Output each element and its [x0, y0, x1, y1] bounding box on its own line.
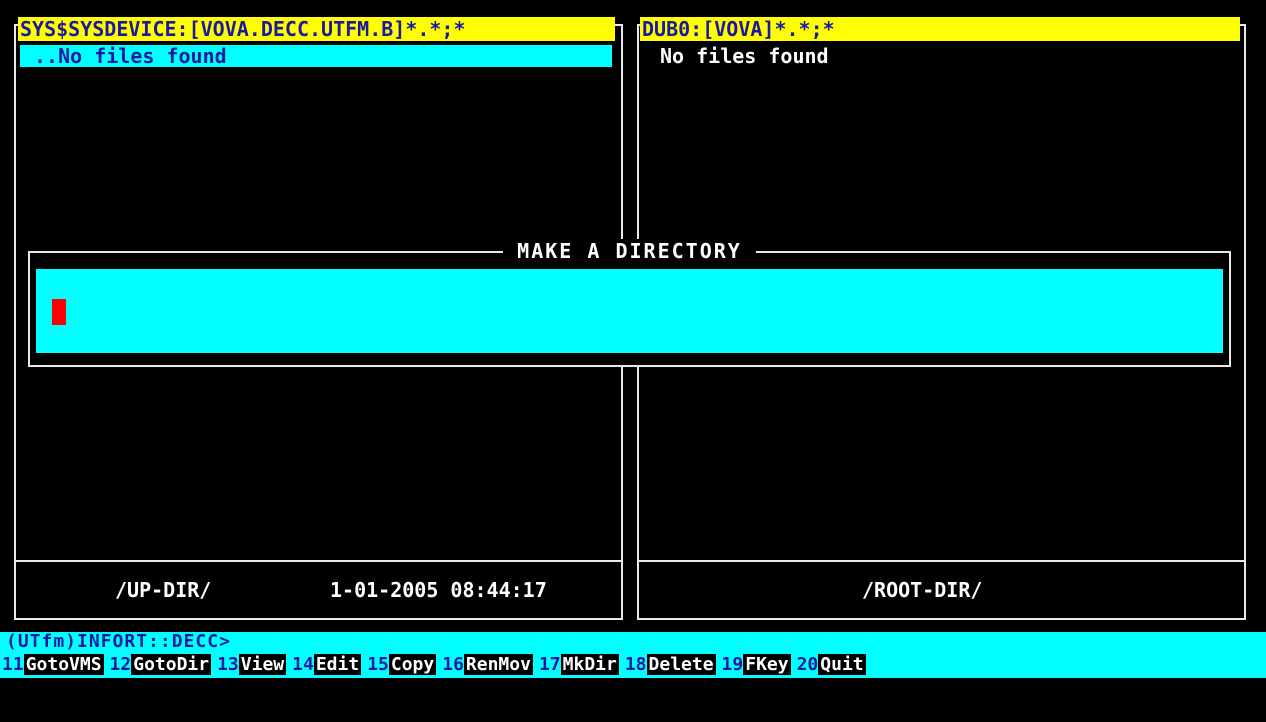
fkey-copy-button[interactable]: 15 Copy — [361, 652, 437, 678]
directory-name-input[interactable] — [36, 269, 1223, 353]
text-cursor — [52, 299, 66, 325]
fkey-view-button[interactable]: 13 View — [211, 652, 287, 678]
fkey-number: 12 — [103, 654, 132, 675]
dialog-title: MAKE A DIRECTORY — [503, 239, 756, 263]
fkey-number: 19 — [715, 654, 744, 675]
fkey-renmov-button[interactable]: 16 RenMov — [436, 652, 533, 678]
command-prompt[interactable]: (UTfm)INFORT::DECC> — [0, 632, 1266, 652]
fkey-number: 16 — [436, 654, 464, 675]
fkey-label: RenMov — [463, 654, 533, 675]
left-panel-path[interactable]: SYS$SYSDEVICE:[VOVA.DECC.UTFM.B]*.*;* — [18, 17, 615, 41]
fkey-label: Copy — [388, 654, 437, 675]
fkey-label: GotoVMS — [23, 654, 104, 675]
fkey-label: View — [238, 654, 287, 675]
fkey-number: 18 — [618, 654, 647, 675]
fkey-label: MkDir — [560, 654, 619, 675]
fkey-number: 13 — [211, 654, 239, 675]
fkey-label: Quit — [818, 654, 866, 675]
function-key-bar: 11 GotoVMS 12 GotoDir 13 View 14 Edit 15 Copy 16 Re… — [0, 652, 1266, 678]
right-panel-path[interactable]: DUB0:[VOVA]*.*;* — [640, 17, 1240, 41]
fkey-number: 17 — [532, 654, 561, 675]
right-footer-rootdir[interactable]: /ROOT-DIR/ — [862, 578, 982, 602]
fkey-edit-button[interactable]: 14 Edit — [286, 652, 362, 678]
right-no-files-message: No files found — [660, 44, 829, 68]
fkey-gotodir-button[interactable]: 12 GotoDir — [103, 652, 212, 678]
right-panel-divider — [637, 560, 1246, 562]
left-selected-item[interactable]: ..No files found — [20, 45, 612, 67]
fkey-number: 15 — [361, 654, 389, 675]
fkey-fkey-button[interactable]: 19 FKey — [715, 652, 791, 678]
fkey-number: 11 — [0, 654, 24, 675]
fkey-mkdir-button[interactable]: 17 MkDir — [532, 652, 619, 678]
make-directory-dialog: MAKE A DIRECTORY — [28, 239, 1231, 367]
left-panel-divider — [14, 560, 623, 562]
fkey-label: GotoDir — [131, 654, 212, 675]
fkey-quit-button[interactable]: 20 Quit — [790, 652, 866, 678]
fkey-label: FKey — [743, 654, 791, 675]
fkey-label: Delete — [646, 654, 716, 675]
left-footer-updir[interactable]: /UP-DIR/ — [115, 578, 211, 602]
fkey-number: 20 — [790, 654, 819, 675]
left-footer-datetime: 1-01-2005 08:44:17 — [330, 578, 547, 602]
fkey-delete-button[interactable]: 18 Delete — [618, 652, 716, 678]
fkey-label: Edit — [313, 654, 362, 675]
fkey-gotovms-button[interactable]: 11 GotoVMS — [0, 652, 104, 678]
fkey-number: 14 — [286, 654, 314, 675]
